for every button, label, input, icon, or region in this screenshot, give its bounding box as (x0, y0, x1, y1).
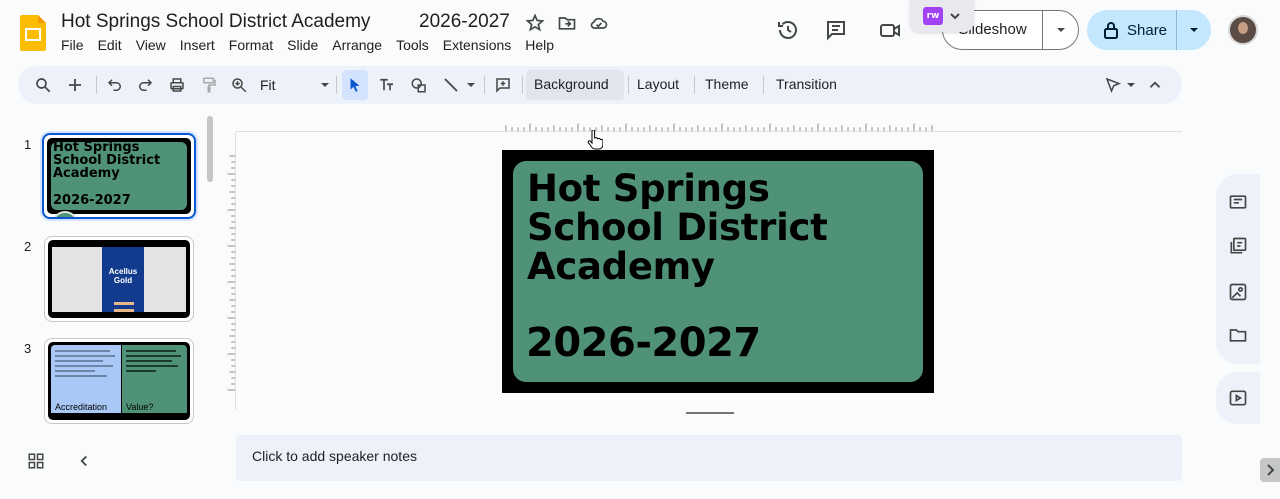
caret-down-icon (321, 83, 329, 87)
menu-edit[interactable]: Edit (98, 37, 122, 53)
share-button[interactable]: Share (1087, 10, 1211, 50)
new-slide-icon[interactable] (64, 74, 86, 96)
editing-mode-caret-icon[interactable] (1124, 74, 1138, 96)
slide-canvas[interactable]: Hot Springs School District Academy 2026… (502, 150, 934, 393)
slide-thumbnail-2[interactable]: Acellus Gold (44, 236, 194, 322)
speaker-notes-panel-icon[interactable] (1228, 192, 1248, 212)
share-label[interactable]: Share (1127, 22, 1167, 39)
image-gallery-icon[interactable] (1228, 282, 1248, 302)
slide-thumbnail-3[interactable]: Accreditation Value? (44, 338, 194, 424)
background-button[interactable]: Background (534, 76, 609, 92)
drive-folder-icon[interactable] (1228, 325, 1248, 345)
redo-icon[interactable] (134, 74, 156, 96)
menu-arrange[interactable]: Arrange (332, 37, 382, 53)
menu-format[interactable]: Format (229, 37, 273, 53)
text-box-icon[interactable] (376, 74, 398, 96)
vertical-ruler[interactable] (222, 132, 236, 410)
shape-icon[interactable] (408, 74, 430, 96)
lock-icon (1104, 22, 1118, 39)
menu-slide[interactable]: Slide (287, 37, 318, 53)
slide-title-card[interactable]: Hot Springs School District Academy 2026… (513, 161, 923, 382)
slide-subtitle-text[interactable]: 2026-2027 (526, 320, 761, 366)
move-to-folder-icon[interactable] (557, 13, 577, 33)
slide-number-1: 1 (24, 137, 32, 152)
zoom-icon[interactable] (228, 74, 250, 96)
grid-view-icon[interactable] (27, 452, 45, 470)
add-comment-icon[interactable] (492, 74, 514, 96)
paint-format-icon[interactable] (198, 74, 220, 96)
menu-file[interactable]: File (61, 37, 84, 53)
menu-bar: File Edit View Insert Format Slide Arran… (61, 37, 568, 53)
extension-popup-pill[interactable]: rw (910, 0, 974, 32)
print-icon[interactable] (166, 74, 188, 96)
menu-extensions[interactable]: Extensions (443, 37, 511, 53)
show-side-panel-button[interactable] (1260, 458, 1280, 482)
toolbar: Fit Background Layout Theme Transition (18, 66, 1182, 104)
keep-notes-icon[interactable] (1228, 236, 1248, 256)
filmstrip-scrollbar[interactable] (207, 116, 213, 182)
slide-number-3: 3 (24, 341, 32, 356)
layout-button[interactable]: Layout (637, 76, 679, 92)
document-title[interactable]: Hot Springs School District Academy (61, 11, 370, 33)
slide-title-text[interactable]: Hot Springs School District Academy (527, 169, 828, 286)
search-menus-icon[interactable] (32, 74, 54, 96)
video-player-icon[interactable] (1228, 388, 1248, 408)
speaker-notes-placeholder[interactable]: Click to add speaker notes (252, 448, 417, 464)
comments-icon[interactable] (824, 18, 848, 42)
zoom-value: Fit (260, 77, 276, 93)
caret-down-icon (1190, 28, 1198, 32)
thumb-3-left-label: Accreditation (55, 402, 108, 412)
thumb-3-right-label: Value? (126, 402, 154, 412)
notes-resize-handle[interactable] (686, 412, 734, 414)
version-history-icon[interactable] (776, 18, 800, 42)
slide-thumbnail-1[interactable]: Hot Springs School District Academy 2026-2… (42, 133, 196, 219)
thumb-2-title: Acellus Gold (108, 267, 138, 285)
collapse-filmstrip-chevron-icon[interactable] (75, 452, 93, 470)
line-icon[interactable] (440, 74, 462, 96)
chevron-down-icon (950, 13, 960, 20)
caret-down-icon (1056, 28, 1065, 32)
menu-help[interactable]: Help (525, 37, 554, 53)
menu-tools[interactable]: Tools (396, 37, 429, 53)
line-options-caret-icon[interactable] (464, 74, 478, 96)
menu-insert[interactable]: Insert (180, 37, 215, 53)
meet-video-icon[interactable] (878, 18, 902, 42)
document-title-year[interactable]: 2026-2027 (419, 11, 510, 33)
slideshow-options-button[interactable] (1043, 24, 1078, 36)
account-avatar[interactable] (1228, 15, 1258, 45)
theme-button[interactable]: Theme (705, 76, 749, 92)
zoom-select[interactable]: Fit (260, 75, 330, 95)
horizontal-ruler[interactable] (236, 118, 1182, 132)
mouse-pointer-hand-icon (587, 130, 603, 150)
slide-number-2: 2 (24, 239, 32, 254)
menu-view[interactable]: View (136, 37, 166, 53)
chevron-right-icon (1267, 464, 1275, 476)
cloud-saved-icon[interactable] (589, 13, 609, 33)
star-icon[interactable] (525, 13, 545, 33)
transition-button[interactable]: Transition (776, 76, 837, 92)
slides-logo-icon[interactable] (20, 15, 46, 51)
collapse-menus-chevron-up-icon[interactable] (1144, 74, 1166, 96)
editing-mode-pen-icon[interactable] (1102, 74, 1124, 96)
select-cursor-icon[interactable] (344, 74, 366, 96)
thumb-1-subtitle: 2026-2027 (53, 193, 131, 208)
share-options-button[interactable] (1177, 24, 1211, 36)
thumb-1-title: Hot Springs School District Academy (53, 140, 161, 181)
extension-badge: rw (923, 7, 943, 25)
undo-icon[interactable] (104, 74, 126, 96)
speaker-notes-area[interactable]: Click to add speaker notes (236, 435, 1182, 481)
